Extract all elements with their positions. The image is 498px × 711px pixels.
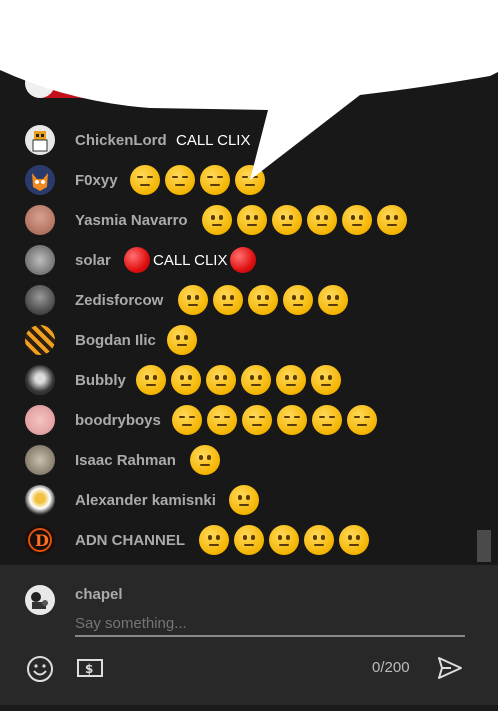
message-emojis bbox=[202, 205, 407, 235]
chat-top-row bbox=[0, 0, 498, 102]
smile-icon[interactable] bbox=[25, 654, 55, 689]
avatar bbox=[25, 245, 55, 275]
message-emojis bbox=[178, 285, 348, 315]
neutral-face-emoji-icon bbox=[202, 205, 232, 235]
chat-message: Yasmia Navarro bbox=[0, 200, 470, 240]
expressionless-emoji-icon bbox=[165, 165, 195, 195]
message-text: CALL CLIX bbox=[176, 131, 251, 149]
avatar bbox=[25, 485, 55, 515]
author-name[interactable]: F0xyy bbox=[75, 172, 118, 189]
expressionless-emoji-icon bbox=[235, 165, 265, 195]
author-name[interactable]: ADN CHANNEL bbox=[75, 532, 185, 549]
avatar: D bbox=[25, 525, 55, 555]
chat-message: solar CALL CLIX bbox=[0, 240, 470, 280]
avatar bbox=[25, 125, 55, 155]
avatar bbox=[25, 68, 55, 98]
neutral-face-emoji-icon bbox=[206, 365, 236, 395]
avatar bbox=[25, 405, 55, 435]
message-emojis bbox=[172, 405, 377, 435]
send-icon[interactable] bbox=[437, 656, 463, 685]
dollar-icon[interactable]: $ bbox=[77, 657, 103, 684]
neutral-face-emoji-icon bbox=[339, 525, 369, 555]
chat-message: Bubbly bbox=[0, 360, 470, 400]
neutral-face-emoji-icon bbox=[171, 365, 201, 395]
neutral-face-emoji-icon bbox=[342, 205, 372, 235]
author-name[interactable]: Bubbly bbox=[75, 372, 126, 389]
expressionless-emoji-icon bbox=[312, 405, 342, 435]
avatar bbox=[25, 205, 55, 235]
message-text: CALL CLIX bbox=[153, 251, 228, 269]
neutral-face-emoji-icon bbox=[241, 365, 271, 395]
chat-composer: chapel $ 0/200 bbox=[0, 565, 498, 705]
red-circle-emoji-icon bbox=[230, 247, 257, 273]
chat-message: Isaac Rahman bbox=[0, 440, 470, 480]
neutral-face-emoji-icon bbox=[377, 205, 407, 235]
neutral-face-emoji-icon bbox=[269, 525, 299, 555]
author-name[interactable]: ChickenLord bbox=[75, 132, 167, 149]
message-emojis bbox=[130, 165, 265, 195]
avatar bbox=[25, 165, 55, 195]
author-name[interactable]: Bogdan Ilic bbox=[75, 332, 156, 349]
expressionless-emoji-icon bbox=[242, 405, 272, 435]
neutral-face-emoji-icon bbox=[178, 285, 208, 315]
chat-messages[interactable]: ChickenLord CALL CLIX F0xyy Yasmia Navar… bbox=[0, 100, 470, 565]
neutral-face-emoji-icon bbox=[136, 365, 166, 395]
expressionless-emoji-icon bbox=[277, 405, 307, 435]
live-chat-panel: ChickenLord CALL CLIX F0xyy Yasmia Navar… bbox=[0, 0, 498, 711]
expressionless-emoji-icon bbox=[130, 165, 160, 195]
chat-message: D ADN CHANNEL bbox=[0, 520, 470, 560]
author-name[interactable]: Alexander kamisnki bbox=[75, 492, 216, 509]
neutral-face-emoji-icon bbox=[229, 485, 259, 515]
author-name[interactable]: Zedisforcow bbox=[75, 292, 163, 309]
expressionless-emoji-icon bbox=[207, 405, 237, 435]
neutral-face-emoji-icon bbox=[307, 205, 337, 235]
message-emojis bbox=[167, 325, 197, 355]
neutral-face-emoji-icon bbox=[190, 445, 220, 475]
message-emojis bbox=[199, 525, 369, 555]
chat-message: ChickenLord CALL CLIX bbox=[0, 120, 470, 160]
neutral-face-emoji-icon bbox=[318, 285, 348, 315]
message-emojis bbox=[229, 485, 259, 515]
chat-message: boodryboys bbox=[0, 400, 470, 440]
character-counter: 0/200 bbox=[372, 659, 410, 676]
current-user-name: chapel bbox=[75, 586, 123, 603]
message-emojis bbox=[136, 365, 341, 395]
neutral-face-emoji-icon bbox=[311, 365, 341, 395]
author-name[interactable]: solar bbox=[75, 252, 111, 269]
avatar bbox=[25, 325, 55, 355]
scrollbar-thumb[interactable] bbox=[477, 530, 491, 562]
svg-text:$: $ bbox=[85, 662, 93, 676]
avatar bbox=[25, 365, 55, 395]
chat-message: Bogdan Ilic bbox=[0, 320, 470, 360]
red-circle-emoji-icon bbox=[124, 247, 150, 273]
author-name[interactable]: Isaac Rahman bbox=[75, 452, 176, 469]
neutral-face-emoji-icon bbox=[276, 365, 306, 395]
current-user-avatar bbox=[25, 585, 55, 615]
panel-bottom-edge bbox=[0, 705, 498, 711]
neutral-face-emoji-icon bbox=[283, 285, 313, 315]
author-name[interactable]: boodryboys bbox=[75, 412, 161, 429]
neutral-face-emoji-icon bbox=[248, 285, 278, 315]
chat-message-input[interactable] bbox=[75, 611, 465, 637]
neutral-face-emoji-icon bbox=[304, 525, 334, 555]
neutral-face-emoji-icon bbox=[199, 525, 229, 555]
neutral-face-emoji-icon bbox=[272, 205, 302, 235]
expressionless-emoji-icon bbox=[200, 165, 230, 195]
expressionless-emoji-icon bbox=[347, 405, 377, 435]
avatar bbox=[25, 285, 55, 315]
chat-message: F0xyy bbox=[0, 160, 470, 200]
neutral-face-emoji-icon bbox=[167, 325, 197, 355]
message-emojis bbox=[190, 445, 220, 475]
expressionless-emoji-icon bbox=[172, 405, 202, 435]
chat-message: Zedisforcow bbox=[0, 280, 470, 320]
neutral-face-emoji-icon bbox=[237, 205, 267, 235]
chat-message: Alexander kamisnki bbox=[0, 480, 470, 520]
chat-scrollbar[interactable] bbox=[474, 100, 496, 565]
neutral-face-emoji-icon bbox=[234, 525, 264, 555]
svg-text:D: D bbox=[35, 531, 49, 550]
author-name[interactable]: Yasmia Navarro bbox=[75, 212, 188, 229]
message-content: CALL CLIX bbox=[124, 247, 257, 273]
neutral-face-emoji-icon bbox=[213, 285, 243, 315]
avatar bbox=[25, 445, 55, 475]
